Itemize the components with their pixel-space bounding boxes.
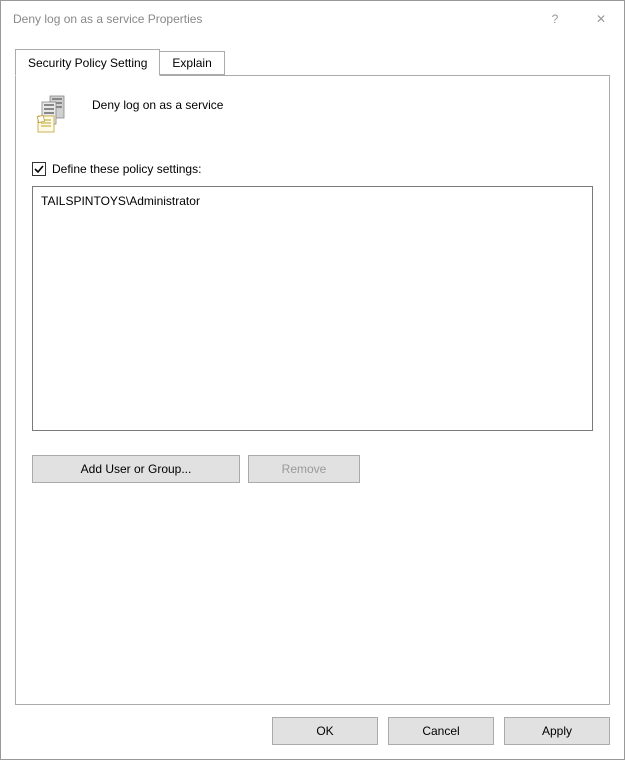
titlebar: Deny log on as a service Properties ? ✕ [1, 1, 624, 37]
define-policy-label: Define these policy settings: [52, 162, 201, 176]
define-policy-checkbox[interactable] [32, 162, 46, 176]
checkmark-icon [33, 163, 45, 175]
content-area: Security Policy Setting Explain [1, 37, 624, 705]
help-button[interactable]: ? [532, 1, 578, 37]
close-button[interactable]: ✕ [578, 1, 624, 37]
users-listbox[interactable]: TAILSPINTOYS\Administrator [32, 186, 593, 431]
policy-icon [36, 94, 76, 134]
add-user-or-group-button[interactable]: Add User or Group... [32, 455, 240, 483]
tab-explain[interactable]: Explain [160, 51, 224, 75]
apply-button[interactable]: Apply [504, 717, 610, 745]
policy-header: Deny log on as a service [28, 94, 597, 134]
tab-security-policy-setting[interactable]: Security Policy Setting [15, 49, 160, 76]
define-policy-checkbox-row: Define these policy settings: [28, 162, 597, 176]
policy-name: Deny log on as a service [92, 94, 223, 112]
help-icon: ? [552, 12, 559, 26]
ok-button[interactable]: OK [272, 717, 378, 745]
cancel-button[interactable]: Cancel [388, 717, 494, 745]
tab-panel-security: Deny log on as a service Define these po… [15, 75, 610, 705]
close-icon: ✕ [596, 12, 606, 26]
remove-button[interactable]: Remove [248, 455, 360, 483]
list-buttons: Add User or Group... Remove [32, 455, 597, 483]
dialog-buttons: OK Cancel Apply [1, 705, 624, 759]
window-title: Deny log on as a service Properties [13, 12, 532, 26]
list-item[interactable]: TAILSPINTOYS\Administrator [41, 193, 584, 209]
tabs: Security Policy Setting Explain [15, 49, 610, 75]
